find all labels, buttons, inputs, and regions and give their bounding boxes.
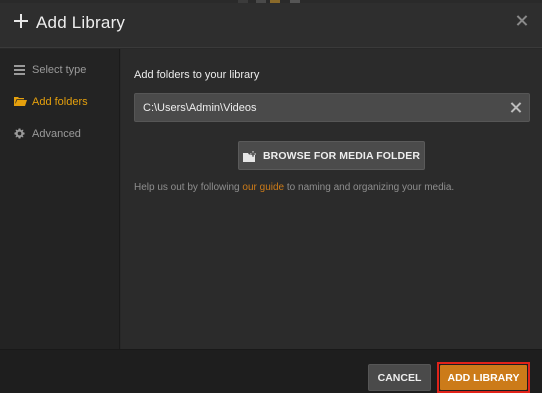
folder-path-input[interactable] [143,94,503,121]
sidebar-item-label: Add folders [32,96,88,108]
sidebar-item-select-type[interactable]: Select type [14,61,86,79]
close-icon[interactable] [516,15,528,27]
folder-path-field [134,93,530,122]
browse-media-folder-button[interactable]: BROWSE FOR MEDIA FOLDER [238,141,425,170]
add-library-button[interactable]: ADD LIBRARY [437,362,530,393]
sidebar-item-add-folders[interactable]: Add folders [14,93,88,111]
dialog-header: Add Library [0,3,542,48]
wizard-sidebar: Select type Add folders Advanced [0,49,120,349]
add-library-button-label: ADD LIBRARY [440,365,527,390]
folder-plus-icon [242,150,257,162]
dialog-footer: CANCEL ADD LIBRARY [0,349,542,393]
plus-icon [14,14,28,28]
add-library-dialog: Add Library Select type Add folders Adva… [0,3,542,393]
dialog-title: Add Library [36,13,126,32]
help-text-prefix: Help us out by following [134,182,243,193]
gear-icon [14,128,26,140]
folder-icon [14,96,27,108]
sidebar-item-advanced[interactable]: Advanced [14,125,81,143]
sidebar-item-label: Select type [32,64,87,76]
sidebar-item-label: Advanced [32,128,81,140]
our-guide-link[interactable]: our guide [242,182,284,193]
help-text-suffix: to naming and organizing your media. [284,182,455,193]
list-icon [14,64,26,76]
add-folders-panel: Add folders to your library BROWSE FOR M… [121,49,542,349]
help-text: Help us out by following our guide to na… [134,182,454,193]
cancel-button[interactable]: CANCEL [368,364,431,391]
browse-button-label: BROWSE FOR MEDIA FOLDER [262,149,421,162]
section-label: Add folders to your library [134,69,260,81]
clear-path-icon[interactable] [510,102,521,113]
